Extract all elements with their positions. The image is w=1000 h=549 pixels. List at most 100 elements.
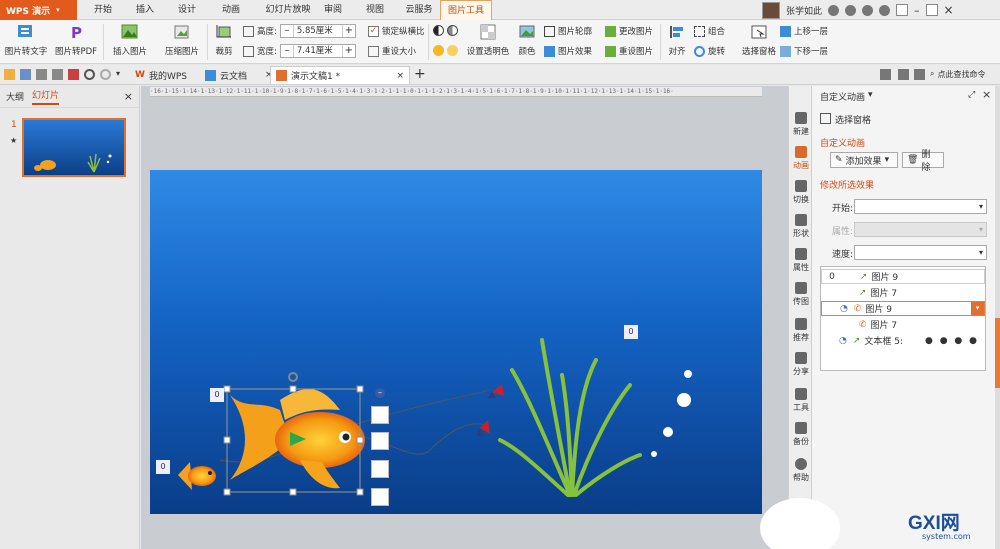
animation-list[interactable]: 0 ➚ 图片 9 ➚ 图片 7 ◔ ✆ 图片 9 ▾ ✆ 图片 7 ◔ ➚ 文本 <box>820 266 986 371</box>
contrast-icon[interactable] <box>433 25 444 36</box>
compress-picture-button[interactable]: 压缩图片 <box>160 24 204 57</box>
crop-button[interactable]: 裁剪 <box>210 24 238 57</box>
height-value[interactable]: 5.85厘米 <box>292 25 343 37</box>
user-name[interactable]: 张学如此 <box>786 4 822 17</box>
sidebar-item-transition[interactable]: 切换 <box>789 180 813 205</box>
align-button[interactable]: 对齐 <box>664 24 690 57</box>
close-icon[interactable]: × <box>944 3 954 17</box>
bring-forward-button[interactable]: 上移一层 <box>780 25 828 37</box>
lock-ratio-checkbox[interactable]: ✓ 锁定纵横比 <box>368 25 425 37</box>
sidebar-item-help[interactable]: 帮助 <box>789 458 813 483</box>
sidebar-item-properties[interactable]: 属性 <box>789 248 813 273</box>
change-picture-button[interactable]: 更改图片 <box>605 25 653 37</box>
set-transparent-button[interactable]: 设置透明色 <box>463 24 513 57</box>
pin-icon[interactable]: ⤢ <box>968 90 975 100</box>
color-button[interactable]: 颜色 <box>513 24 541 57</box>
animation-tag[interactable]: 0 <box>624 325 638 339</box>
restore-icon[interactable] <box>896 4 909 16</box>
animation-tag[interactable]: 0 <box>210 388 224 402</box>
slide[interactable]: 0 0 0 – <box>150 170 762 514</box>
animation-tag[interactable]: 0 <box>156 460 170 474</box>
layers-icon[interactable] <box>371 406 389 424</box>
send-backward-button[interactable]: 下移一层 <box>780 45 828 57</box>
command-search[interactable]: ⌕ 点此查找命令 <box>930 69 985 80</box>
width-value[interactable]: 7.41厘米 <box>292 45 343 57</box>
sidebar-item-animation[interactable]: 动画 <box>789 146 813 171</box>
tab-slideshow[interactable]: 幻灯片放映 <box>258 0 318 20</box>
preview-icon[interactable] <box>68 69 79 80</box>
close-icon[interactable]: × <box>124 90 133 103</box>
plus-icon[interactable]: + <box>343 25 355 37</box>
maximize-icon[interactable] <box>925 4 938 16</box>
feedback-icon[interactable] <box>880 69 891 80</box>
avatar[interactable] <box>762 1 780 19</box>
picture-outline-button[interactable]: 图片轮廓 <box>544 25 592 37</box>
share-icon[interactable] <box>862 4 874 16</box>
butterfly-1[interactable] <box>488 384 504 398</box>
pane-title[interactable]: 自定义动画 ▾ <box>820 90 873 103</box>
tab-cloud[interactable]: 云服务 <box>400 0 438 20</box>
list-item[interactable]: ✆ 图片 7 <box>821 317 985 332</box>
sidebar-item-new[interactable]: 新建 <box>789 112 813 137</box>
brightness-buttons[interactable] <box>433 45 458 56</box>
minus-icon[interactable]: – <box>281 45 293 57</box>
brightness-icon[interactable] <box>433 45 444 56</box>
slide-thumbnail[interactable] <box>22 118 126 177</box>
zoom-icon[interactable] <box>371 432 389 450</box>
brightness-less-icon[interactable] <box>447 45 458 56</box>
tab-insert[interactable]: 插入 <box>130 0 160 20</box>
group-button[interactable]: 组合 <box>694 25 725 37</box>
app-menu-button[interactable]: WPS 演示 ▾ <box>0 0 77 20</box>
sidebar-item-recommend[interactable]: 推荐 <box>789 318 813 343</box>
tab-view[interactable]: 视图 <box>360 0 390 20</box>
collapse-icon[interactable]: – <box>375 388 385 398</box>
chevron-down-icon[interactable]: ▾ <box>116 69 127 80</box>
open-icon[interactable] <box>4 69 15 80</box>
height-stepper[interactable]: –5.85厘米 + <box>279 24 356 38</box>
sidebar-item-backup[interactable]: 备份 <box>789 422 813 447</box>
tab-review[interactable]: 审阅 <box>318 0 348 20</box>
picture-effect-icon[interactable] <box>371 488 389 506</box>
selection-pane-button[interactable]: 选择窗格 <box>740 24 778 57</box>
selection-pane-link[interactable]: 选择窗格 <box>820 113 871 126</box>
chevron-down-icon[interactable]: ▾ <box>971 302 984 315</box>
list-item[interactable]: ◔ ➚ 文本框 5: ● ● ● ● <box>821 333 985 348</box>
contrast-less-icon[interactable] <box>447 25 458 36</box>
settings-icon[interactable] <box>845 4 857 16</box>
bubbles[interactable] <box>651 370 692 457</box>
print-icon[interactable] <box>52 69 63 80</box>
export-icon[interactable] <box>36 69 47 80</box>
tool-icon[interactable] <box>898 69 909 80</box>
new-tab-icon[interactable]: + <box>414 66 426 82</box>
goldfish[interactable] <box>230 389 365 489</box>
reset-size-button[interactable]: 重设大小 <box>368 45 416 57</box>
sidebar-item-tools[interactable]: 工具 <box>789 388 813 413</box>
minimize-icon[interactable]: – <box>914 4 920 17</box>
list-item-selected[interactable]: ◔ ✆ 图片 9 ▾ <box>821 301 985 316</box>
tab-home[interactable]: 开始 <box>88 0 118 20</box>
collapse-icon[interactable] <box>914 69 925 80</box>
list-item[interactable]: ➚ 图片 7 <box>821 285 985 300</box>
close-icon[interactable]: × <box>396 71 404 81</box>
undo-icon[interactable] <box>84 69 95 80</box>
tab-outline[interactable]: 大纲 <box>6 90 24 103</box>
tab-picture-tools[interactable]: 图片工具 <box>440 0 492 21</box>
crop-icon[interactable] <box>371 460 389 478</box>
list-item[interactable]: 0 ➚ 图片 9 <box>821 269 985 284</box>
checkbox-checked-icon[interactable]: ✓ <box>368 25 379 37</box>
picture-effect-button[interactable]: 图片效果 <box>544 45 592 57</box>
pic-to-pdf-button[interactable]: P 图片转PDF <box>53 24 99 57</box>
speed-select[interactable]: ▾ <box>854 245 987 260</box>
skin-icon[interactable] <box>828 4 840 16</box>
tab-animation[interactable]: 动画 <box>216 0 246 20</box>
tab-design[interactable]: 设计 <box>172 0 202 20</box>
tab-current-doc[interactable]: 演示文稿1 * × <box>270 66 410 84</box>
sidebar-item-share[interactable]: 分享 <box>789 352 813 377</box>
sidebar-item-upload-image[interactable]: 传图 <box>789 282 813 307</box>
width-stepper[interactable]: –7.41厘米 + <box>279 44 356 58</box>
close-icon[interactable]: × <box>982 88 991 101</box>
minus-icon[interactable]: – <box>281 25 293 37</box>
edge-scrollbar[interactable] <box>995 86 1000 549</box>
pic-to-text-button[interactable]: 图片转文字 <box>4 24 48 57</box>
plus-icon[interactable]: + <box>343 45 355 57</box>
